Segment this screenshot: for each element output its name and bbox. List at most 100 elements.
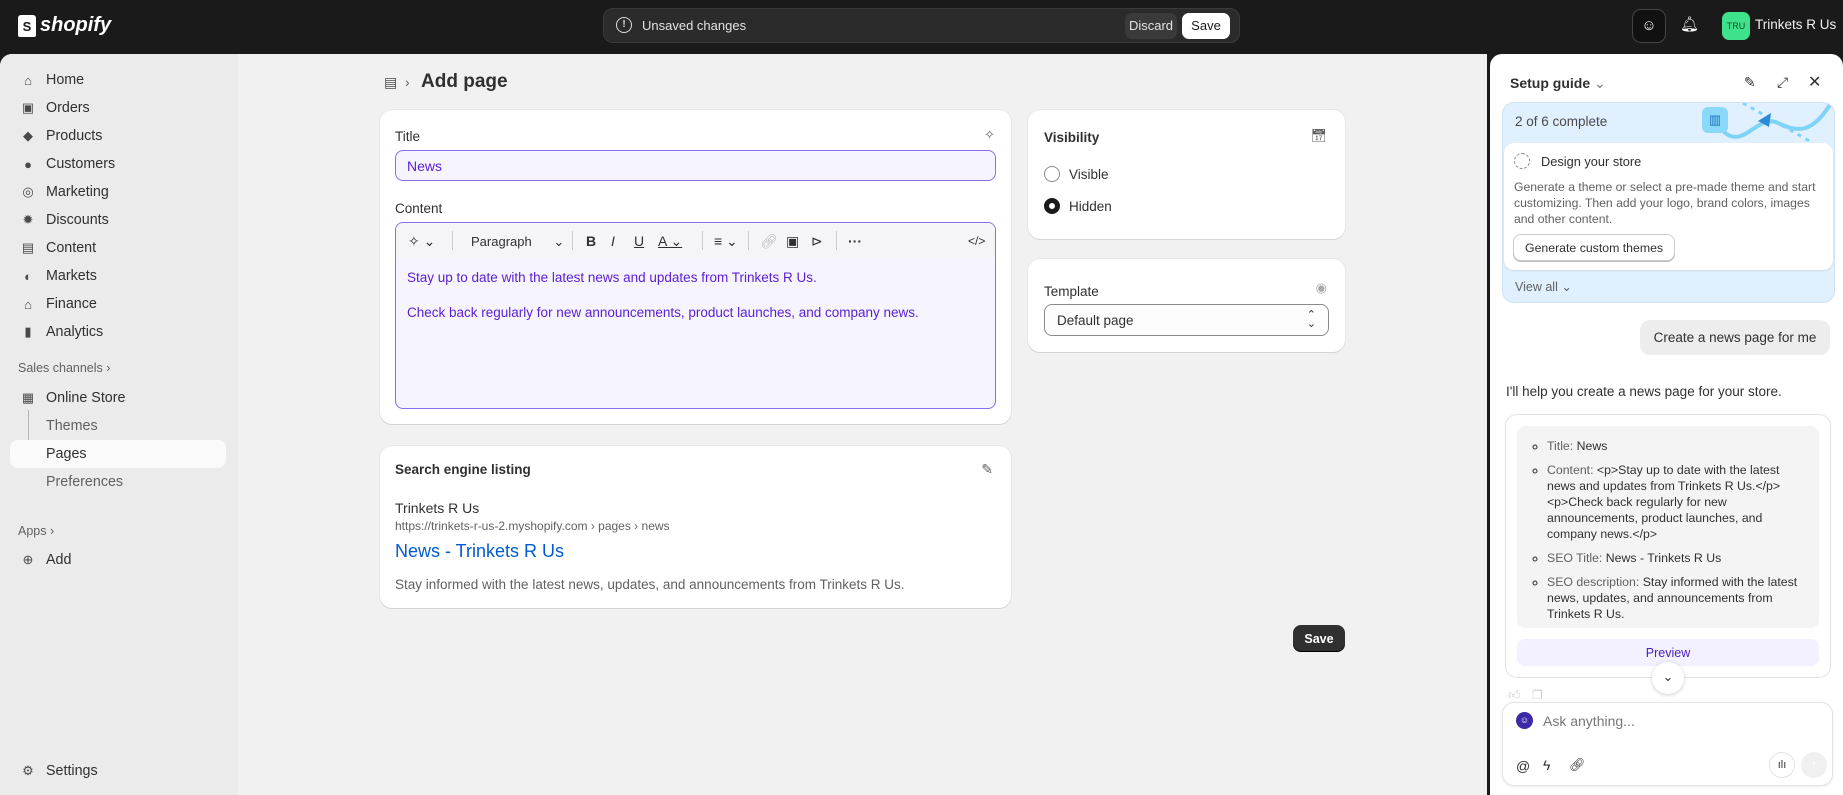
attach-link-icon[interactable]: 🔗︎ — [1569, 757, 1586, 773]
format-select[interactable]: Paragraph ⌄ — [471, 234, 564, 250]
content-icon[interactable]: ▤ — [384, 74, 397, 91]
detail-item: SEO Title: News - Trinkets R Us — [1547, 550, 1809, 566]
detail-item: Title: News — [1547, 438, 1809, 454]
magic-icon[interactable]: ✧ ⌄ — [408, 233, 435, 250]
target-icon: ◎ — [22, 184, 34, 199]
view-all-button[interactable]: View all ⌄ — [1515, 279, 1572, 294]
save-button[interactable]: Save — [1293, 625, 1345, 652]
task-description: Generate a theme or select a pre-made th… — [1514, 180, 1816, 226]
unsaved-changes-bar: ! Unsaved changes Discard Save — [603, 8, 1240, 43]
sidebar-item-settings[interactable]: ⚙ Settings — [10, 757, 226, 785]
sidebar-item-products[interactable]: ◆ Products — [10, 122, 226, 150]
expand-icon[interactable]: ⤢ — [1777, 74, 1788, 91]
page-editor-card: Title ✧ News Content ✧ ⌄ Paragraph ⌄ B I… — [380, 110, 1011, 424]
radio-button[interactable] — [1044, 166, 1060, 182]
sidebar-item-home[interactable]: ⌂ Home — [10, 66, 226, 94]
tag-icon: ◆ — [23, 128, 33, 143]
lightning-icon[interactable]: ϟ — [1543, 757, 1550, 773]
seo-title[interactable]: News - Trinkets R Us — [395, 541, 564, 562]
template-select[interactable]: Default page ⌃ ⌄ — [1044, 304, 1329, 336]
template-card: Template ◉ Default page ⌃ ⌄ — [1028, 259, 1345, 352]
section-label: Apps — [18, 524, 47, 538]
sidekick-icon[interactable]: ☺ — [1632, 9, 1666, 43]
radio-visible[interactable]: Visible — [1044, 166, 1109, 182]
insert-image-icon[interactable]: ▣ — [786, 233, 799, 250]
edit-pencil-icon[interactable]: ✎ — [981, 461, 993, 478]
sidebar-item-customers[interactable]: ● Customers — [10, 150, 226, 178]
thumbs-up-icon[interactable]: 👍︎ — [1508, 688, 1521, 703]
sidebar-item-analytics[interactable]: ▮ Analytics — [10, 318, 226, 346]
sidebar-item-themes[interactable]: Themes — [10, 412, 226, 440]
new-chat-icon[interactable]: ✎ — [1744, 74, 1756, 91]
nav-label: Finance — [46, 296, 97, 312]
book-icon: ▥ — [1702, 107, 1728, 133]
nav-label: Content — [46, 240, 97, 256]
sales-channels-heading[interactable]: Sales channels › — [18, 361, 110, 375]
panel-title: Setup guide — [1510, 75, 1591, 91]
discard-button[interactable]: Discard — [1125, 13, 1177, 39]
send-arrow-icon[interactable]: ↑ — [1801, 752, 1827, 778]
radio-label: Hidden — [1069, 198, 1112, 214]
close-icon[interactable]: ✕ — [1808, 72, 1821, 92]
bell-icon[interactable]: 🔔︎ — [1680, 15, 1699, 33]
logo-text: shopify — [40, 14, 112, 36]
generate-themes-button[interactable]: Generate custom themes — [1513, 234, 1676, 261]
mention-icon[interactable]: @ — [1516, 758, 1530, 774]
underline-icon[interactable]: U — [634, 233, 644, 249]
divider — [572, 231, 573, 250]
page-title: Add page — [421, 71, 508, 92]
detail-item: SEO description: Stay informed with the … — [1547, 574, 1809, 622]
title-input[interactable]: News — [395, 150, 996, 181]
visibility-card: Visibility 📅︎ Visible Hidden — [1028, 110, 1345, 239]
sidebar-item-preferences[interactable]: Preferences — [10, 468, 226, 496]
chevron-down-icon: ⌄ — [1561, 280, 1572, 294]
divider — [452, 231, 453, 250]
text-color-icon[interactable]: A ⌄ — [658, 233, 682, 250]
visibility-heading: Visibility — [1044, 130, 1100, 145]
chat-input-box[interactable]: ☺ Ask anything... @ ϟ 🔗︎ ılı ↑ — [1502, 702, 1833, 786]
chat-input-placeholder[interactable]: Ask anything... — [1543, 713, 1635, 729]
radio-button[interactable] — [1044, 198, 1060, 214]
section-label: Sales channels — [18, 361, 103, 375]
sidekick-avatar-icon: ☺ — [1516, 712, 1533, 729]
bold-icon[interactable]: B — [586, 233, 596, 249]
copy-icon[interactable]: ❐ — [1532, 688, 1543, 702]
insert-video-icon[interactable]: ⊳ — [811, 233, 823, 250]
detail-key: Content: — [1547, 463, 1594, 477]
sidebar-item-discounts[interactable]: ✹ Discounts — [10, 206, 226, 234]
content-editor[interactable]: ✧ ⌄ Paragraph ⌄ B I U A ⌄ ≡ ⌄ 🔗︎ ▣ ⊳ ···… — [395, 222, 996, 409]
apps-heading[interactable]: Apps › — [18, 524, 54, 538]
italic-icon[interactable]: I — [611, 233, 615, 249]
save-button-top[interactable]: Save — [1182, 13, 1230, 39]
sidebar-item-pages[interactable]: Pages — [10, 440, 226, 468]
store-avatar[interactable]: TRU — [1722, 12, 1750, 40]
sidebar-item-online-store[interactable]: ▦ Online Store — [10, 384, 226, 412]
align-icon[interactable]: ≡ ⌄ — [714, 233, 738, 250]
radio-hidden[interactable]: Hidden — [1044, 198, 1112, 214]
voice-icon[interactable]: ılı — [1769, 752, 1795, 778]
search-engine-listing-card: Search engine listing ✎ Trinkets R Us ht… — [380, 446, 1011, 608]
more-icon[interactable]: ··· — [848, 233, 862, 249]
scroll-down-chevron-icon[interactable]: ⌄ — [1652, 662, 1684, 694]
schedule-calendar-icon[interactable]: 📅︎ — [1310, 128, 1327, 144]
sidebar-item-content[interactable]: ▤ Content — [10, 234, 226, 262]
eye-icon[interactable]: ◉ — [1316, 280, 1327, 296]
sidebar-item-markets[interactable]: ◐ Markets — [10, 262, 226, 290]
code-view-icon[interactable]: </> — [968, 234, 985, 248]
sidebar-item-add[interactable]: ⊕ Add — [10, 546, 226, 574]
magic-sparkle-icon[interactable]: ✧ — [984, 127, 995, 143]
home-icon: ⌂ — [24, 72, 32, 88]
sidebar-item-finance[interactable]: ⌂ Finance — [10, 290, 226, 318]
shopify-logo[interactable]: Sshopify — [18, 14, 111, 37]
sidebar-item-orders[interactable]: ▣ Orders — [10, 94, 226, 122]
detail-key: Title: — [1547, 439, 1574, 453]
incomplete-circle-icon[interactable] — [1514, 153, 1530, 169]
format-value: Paragraph — [471, 234, 532, 249]
store-name[interactable]: Trinkets R Us — [1755, 17, 1836, 32]
nav-label: Analytics — [46, 324, 104, 340]
link-icon[interactable]: 🔗︎ — [760, 233, 778, 250]
setup-guide-dropdown[interactable]: Setup guide ⌄ — [1510, 75, 1606, 92]
title-label: Title — [395, 129, 421, 144]
sidebar-item-marketing[interactable]: ◎ Marketing — [10, 178, 226, 206]
unsaved-text: Unsaved changes — [642, 18, 747, 33]
